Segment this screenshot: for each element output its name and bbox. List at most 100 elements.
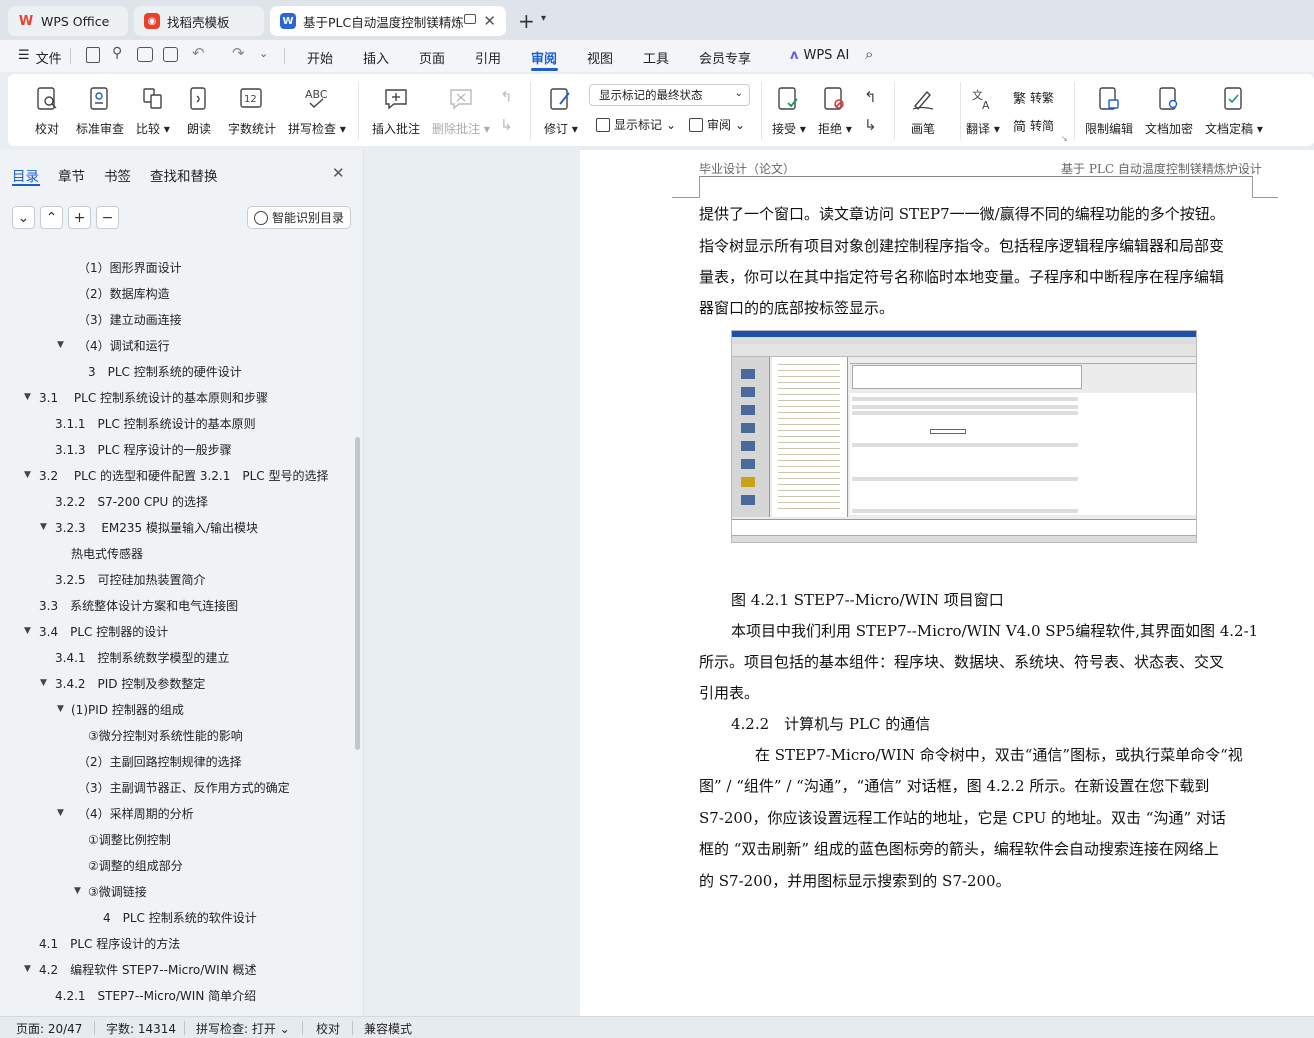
insert-comment-button[interactable]: 插入批注 [372, 86, 420, 137]
toc-item[interactable]: (1)PID 控制器的组成 [71, 701, 184, 718]
expand-triangle-icon[interactable]: ▼ [24, 392, 31, 402]
proofread-status[interactable]: 校对 [316, 1020, 340, 1037]
toc-item[interactable]: 3.2.2 S7-200 CPU 的选择 [55, 493, 208, 510]
menu-tools[interactable]: 工具 [643, 48, 669, 67]
compare-button[interactable]: 比较 ▾ [136, 86, 170, 137]
toc-item[interactable]: 4 PLC 控制系统的软件设计 [103, 909, 257, 926]
close-pane-icon[interactable]: ✕ [332, 164, 345, 182]
proofread-button[interactable]: 校对 [34, 86, 60, 137]
toc-item[interactable]: 3.1.1 PLC 控制系统设计的基本原则 [55, 415, 256, 432]
spell-check-button[interactable]: ABC 拼写检查 ▾ [288, 86, 346, 137]
toc-item[interactable]: 3.1 PLC 控制系统设计的基本原则和步骤 [39, 389, 268, 406]
to-traditional-button[interactable]: 繁转繁 [1013, 88, 1054, 107]
print-preview-icon[interactable] [163, 47, 178, 62]
tab-find-replace[interactable]: 查找和替换 [150, 165, 218, 185]
delete-comment-button[interactable]: 删除批注 ▾ [432, 86, 490, 137]
expand-triangle-icon[interactable]: ▼ [24, 964, 31, 974]
toc-item[interactable]: （3）建立动画连接 [78, 311, 182, 328]
toc-item[interactable]: 3.4 PLC 控制器的设计 [39, 623, 168, 640]
toc-item[interactable]: ①调整比例控制 [88, 831, 171, 848]
menu-insert[interactable]: 插入 [363, 48, 389, 67]
tab-toc[interactable]: 目录 [12, 165, 39, 185]
next-change-icon[interactable]: ↳ [864, 116, 877, 134]
finalize-document-button[interactable]: 文档定稿 ▾ [1205, 86, 1263, 137]
tab-template[interactable]: ◉ 找稻壳模板 [134, 6, 264, 36]
expand-triangle-icon[interactable]: ▼ [40, 678, 47, 688]
remove-heading-button[interactable]: − [96, 206, 119, 229]
standard-review-button[interactable]: 标准审查 [76, 86, 124, 137]
menu-view[interactable]: 视图 [587, 48, 613, 67]
toc-item[interactable]: （1）图形界面设计 [78, 259, 182, 276]
close-tab-icon[interactable]: ✕ [483, 12, 496, 30]
track-changes-button[interactable]: 修订 ▾ [544, 86, 578, 137]
toc-item[interactable]: 3.4.2 PID 控制及参数整定 [55, 675, 205, 692]
expand-triangle-icon[interactable]: ▼ [57, 340, 64, 350]
toc-item[interactable]: （3）主副调节器正、反作用方式的确定 [78, 779, 290, 796]
menu-reference[interactable]: 引用 [475, 48, 501, 67]
toc-item[interactable]: 3.2.5 可控硅加热装置简介 [55, 571, 206, 588]
tab-bookmarks[interactable]: 书签 [104, 165, 131, 185]
share-icon[interactable]: ⚲ [112, 45, 122, 61]
toc-item[interactable]: 3.2.3 EM235 模拟量输入/输出模块 [55, 519, 258, 536]
toc-item[interactable]: 3.3 系统整体设计方案和电气连接图 [39, 597, 238, 614]
pane-scrollbar[interactable] [355, 437, 360, 750]
expand-triangle-icon[interactable]: ▼ [24, 470, 31, 480]
toc-item[interactable]: ③微调链接 [88, 883, 147, 900]
translate-button[interactable]: 文A 翻译 ▾ [966, 86, 1000, 137]
restrict-editing-button[interactable]: 限制编辑 [1085, 86, 1133, 137]
markup-state-select[interactable]: 显示标记的最终状态 ⌄ [589, 84, 750, 106]
word-count-button[interactable]: 12 字数统计 [228, 86, 276, 137]
review-pane-button[interactable]: 审阅 ⌄ [689, 116, 745, 133]
reject-button[interactable]: 拒绝 ▾ [818, 86, 852, 137]
toc-item[interactable]: 4.2 编程软件 STEP7--Micro/WIN 概述 [39, 961, 257, 978]
read-aloud-button[interactable]: 朗读 [186, 86, 212, 137]
menu-page[interactable]: 页面 [419, 48, 445, 67]
toc-item[interactable]: 4.2.1 STEP7--Micro/WIN 简单介绍 [55, 987, 256, 1004]
print-icon[interactable] [137, 47, 153, 62]
toc-item[interactable]: （4）调试和运行 [78, 337, 170, 354]
expand-triangle-icon[interactable]: ▼ [57, 808, 64, 818]
wps-ai-button[interactable]: ʌ WPS AI [790, 48, 849, 63]
expand-triangle-icon[interactable]: ▼ [40, 522, 47, 532]
chevron-down-icon[interactable]: ▾ [541, 13, 546, 24]
show-markup-button[interactable]: 显示标记 ⌄ [596, 116, 676, 133]
search-icon[interactable]: ⌕ [865, 45, 873, 63]
menu-member[interactable]: 会员专享 [699, 48, 751, 67]
smart-recognize-toc-button[interactable]: 智能识别目录 [247, 206, 351, 229]
expand-triangle-icon[interactable]: ▼ [24, 626, 31, 636]
expand-up-button[interactable]: ⌃ [40, 206, 63, 229]
tab-wps-office[interactable]: W WPS Office [8, 6, 128, 36]
word-count-status[interactable]: 字数: 14314 [106, 1020, 176, 1037]
file-menu[interactable]: ☰ 文件 [18, 48, 62, 67]
previous-comment-icon[interactable]: ↰ [500, 88, 513, 106]
to-simplified-button[interactable]: 简转简 [1013, 116, 1054, 135]
toc-item[interactable]: （4）采样周期的分析 [78, 805, 194, 822]
spell-check-status[interactable]: 拼写检查: 打开 ⌄ [196, 1020, 290, 1037]
redo-icon[interactable]: ↷ [232, 44, 245, 62]
pen-button[interactable]: 画笔 [910, 86, 936, 137]
quick-access-more-icon[interactable]: ⌄ [259, 47, 268, 60]
collapse-all-button[interactable]: ⌄ [12, 206, 35, 229]
tab-sections[interactable]: 章节 [58, 165, 85, 185]
toc-item[interactable]: 热电式传感器 [71, 545, 143, 562]
add-heading-button[interactable]: + [68, 206, 91, 229]
toc-item[interactable]: ③微分控制对系统性能的影响 [88, 727, 243, 744]
next-comment-icon[interactable]: ↳ [500, 116, 513, 134]
previous-change-icon[interactable]: ↰ [864, 88, 877, 106]
expand-triangle-icon[interactable]: ▼ [57, 704, 64, 714]
toc-item[interactable]: 3.4.1 控制系统数学模型的建立 [55, 649, 230, 666]
save-icon[interactable] [86, 47, 100, 63]
undo-icon[interactable]: ↶ [192, 44, 205, 62]
group-expand-icon[interactable]: ↘ [1061, 134, 1068, 143]
tab-document[interactable]: W 基于PLC自动温度控制镁精炼 ✕ [270, 6, 506, 36]
toc-item[interactable]: 3 PLC 控制系统的硬件设计 [88, 363, 242, 380]
toc-item[interactable]: （2）主副回路控制规律的选择 [78, 753, 242, 770]
expand-triangle-icon[interactable]: ▼ [74, 886, 81, 896]
accept-button[interactable]: 接受 ▾ [772, 86, 806, 137]
menu-review[interactable]: 审阅 [531, 48, 557, 67]
page-indicator[interactable]: 页面: 20/47 [16, 1020, 82, 1037]
new-tab-icon[interactable]: + [518, 9, 535, 33]
toc-item[interactable]: （2）数据库构造 [78, 285, 170, 302]
menu-start[interactable]: 开始 [307, 48, 333, 67]
toc-item[interactable]: 3.2 PLC 的选型和硬件配置 3.2.1 PLC 型号的选择 [39, 467, 328, 484]
